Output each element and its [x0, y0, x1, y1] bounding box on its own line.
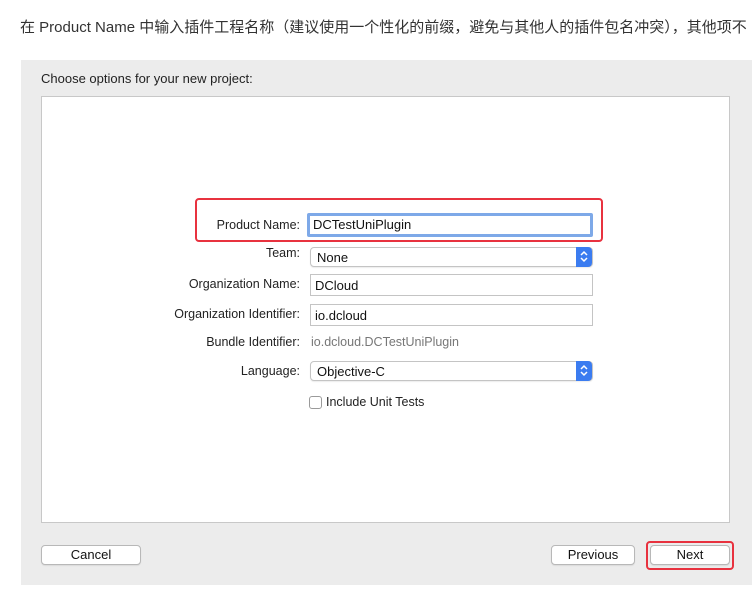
team-select[interactable]: None: [310, 247, 593, 267]
cancel-button[interactable]: Cancel: [41, 545, 141, 565]
team-label: Team:: [265, 246, 300, 260]
org-identifier-input[interactable]: io.dcloud: [310, 304, 593, 326]
language-select[interactable]: Objective-C: [310, 361, 593, 381]
language-value: Objective-C: [317, 364, 385, 379]
bundle-identifier-label: Bundle Identifier:: [206, 335, 300, 349]
bundle-identifier-value: io.dcloud.DCTestUniPlugin: [311, 335, 459, 349]
include-unit-tests-checkbox[interactable]: [309, 396, 322, 409]
team-value: None: [317, 250, 349, 265]
new-project-sheet: Choose options for your new project: Pro…: [21, 60, 752, 585]
sheet-title: Choose options for your new project:: [41, 71, 253, 86]
org-name-label: Organization Name:: [188, 277, 300, 291]
options-panel: Product Name: DCTestUniPlugin Team: None…: [41, 96, 730, 523]
instruction-caption: 在 Product Name 中输入插件工程名称（建议使用一个性化的前缀，避免与…: [20, 19, 747, 36]
next-button-highlight: [646, 541, 734, 570]
include-unit-tests-label[interactable]: Include Unit Tests: [326, 395, 424, 409]
language-select-stepper-icon: [576, 361, 592, 381]
team-select-stepper-icon: [576, 247, 592, 267]
previous-button[interactable]: Previous: [551, 545, 635, 565]
product-name-highlight: [195, 198, 603, 242]
language-label: Language:: [240, 364, 300, 378]
org-identifier-label: Organization Identifier:: [174, 307, 300, 321]
org-name-input[interactable]: DCloud: [310, 274, 593, 296]
